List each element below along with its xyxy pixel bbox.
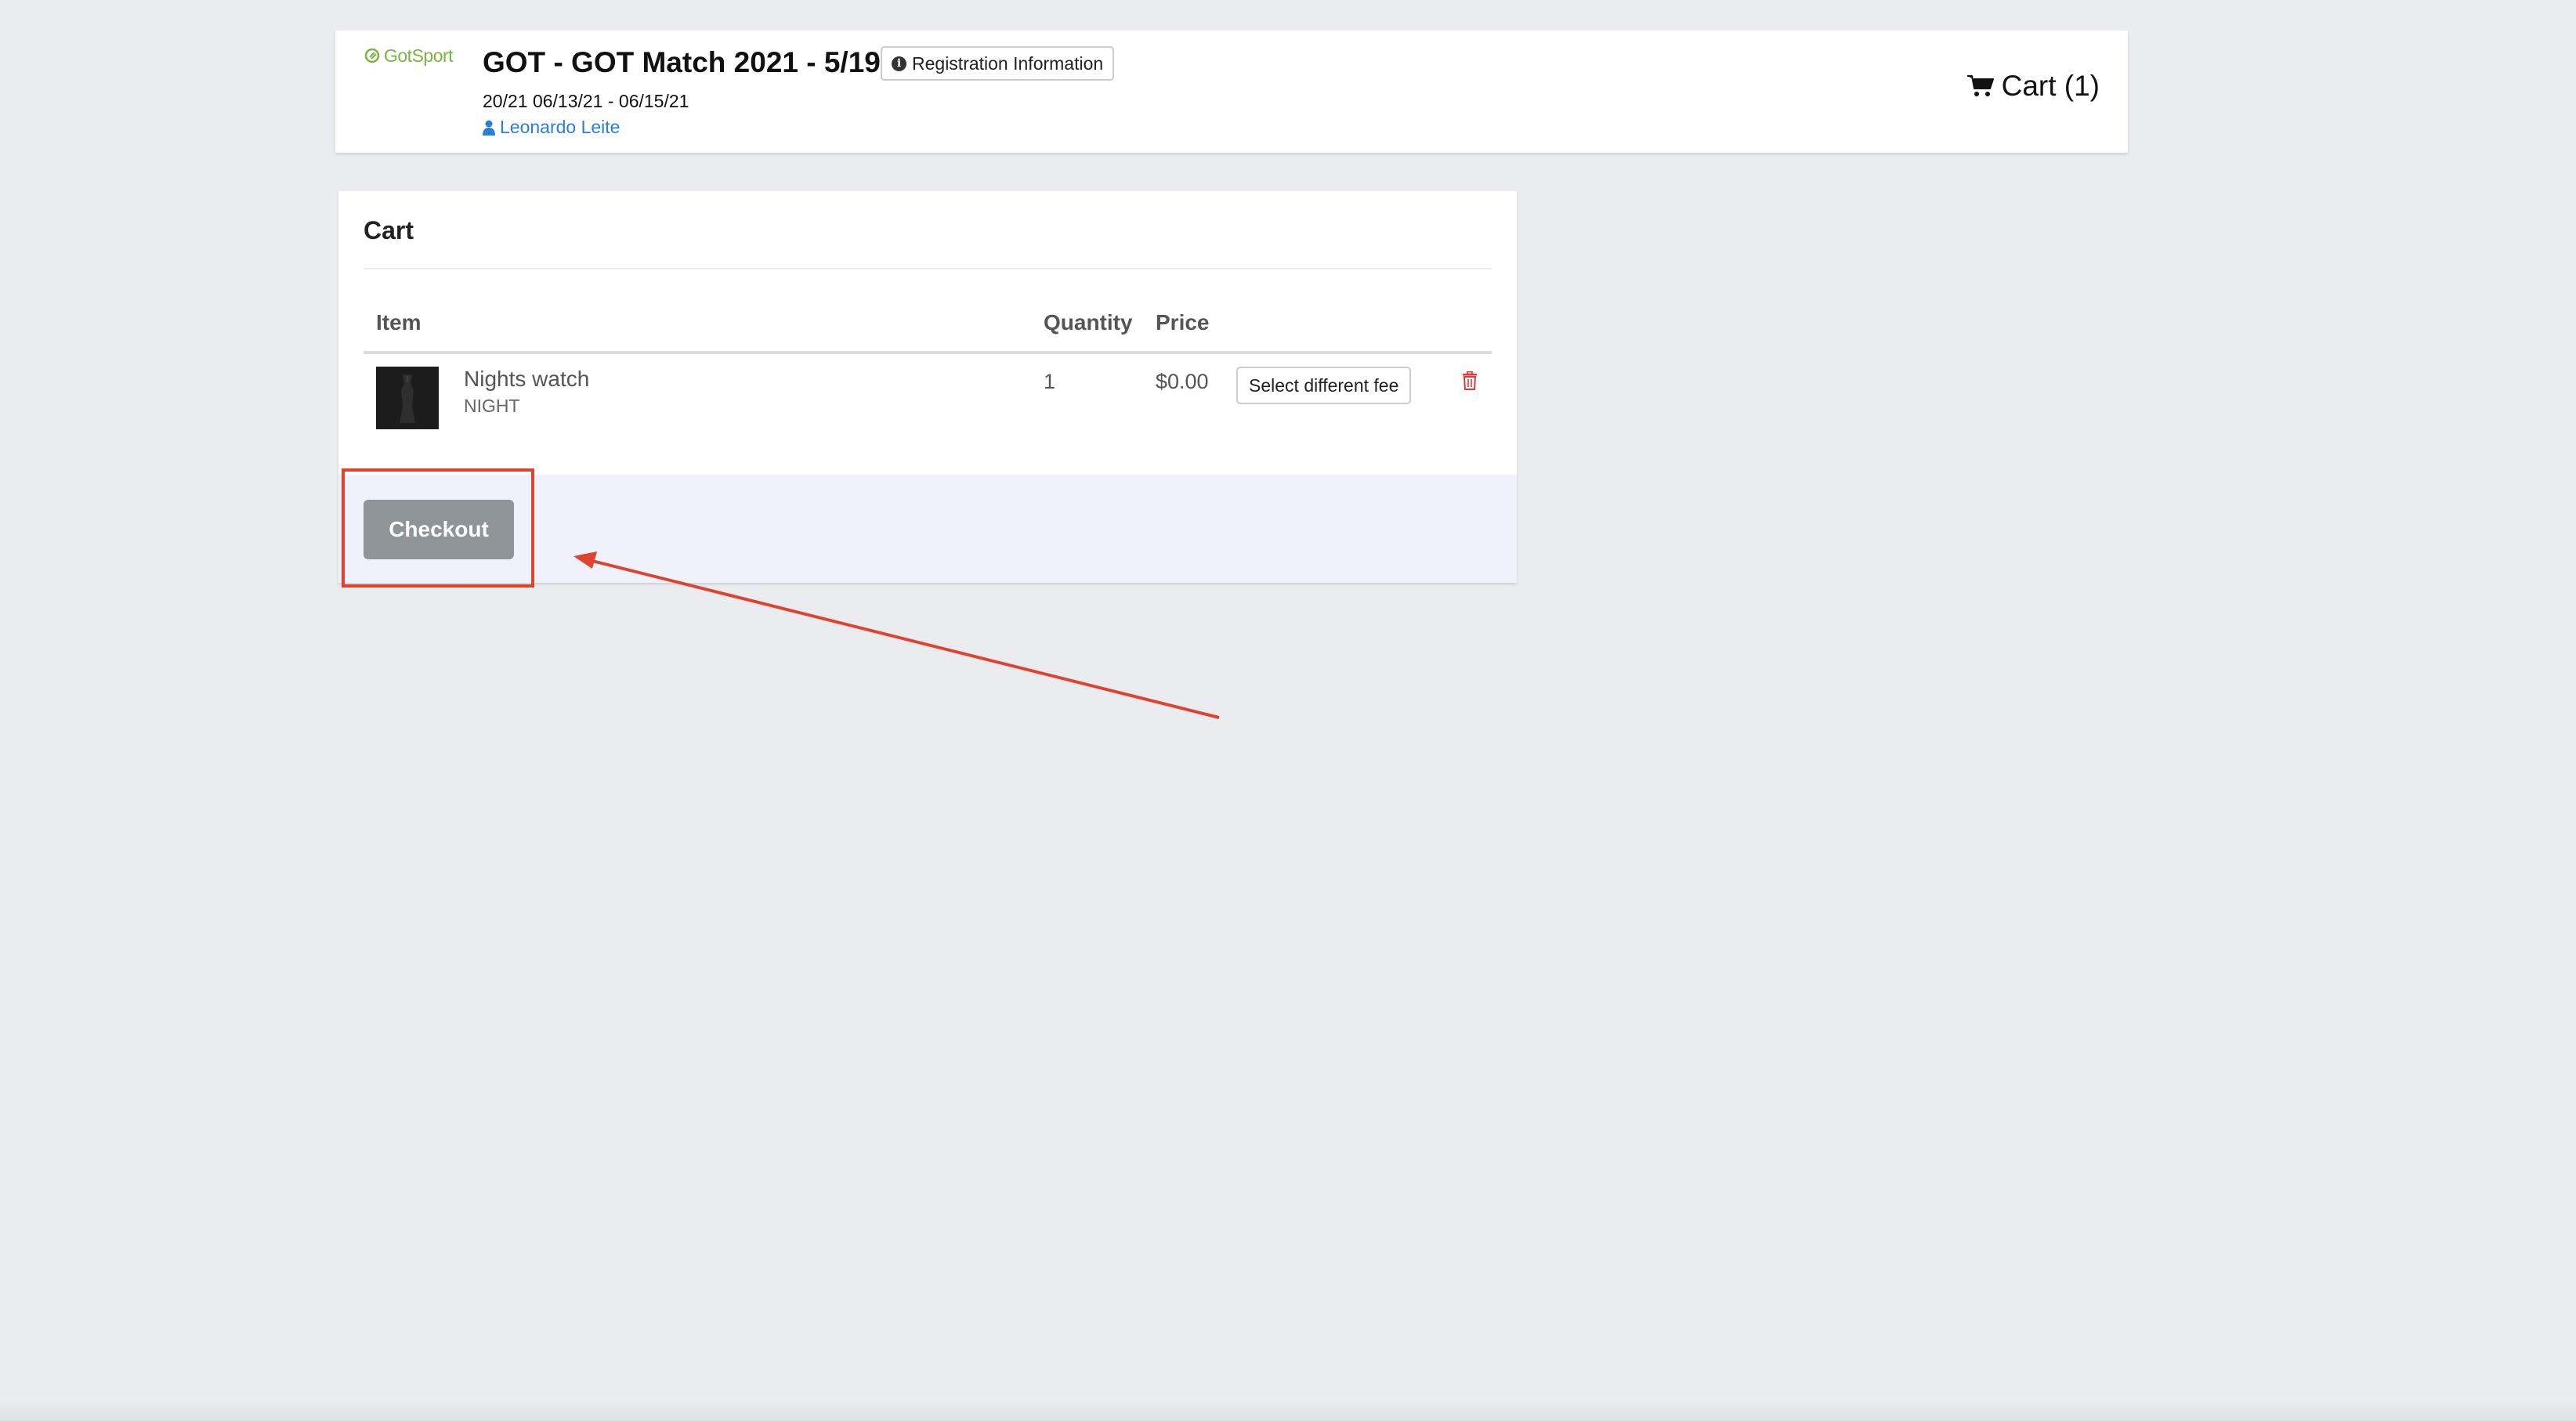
- cart-divider: [364, 268, 1492, 269]
- event-title: GOT - GOT Match 2021 - 5/19: [483, 46, 881, 78]
- user-profile-link[interactable]: Leonardo Leite: [483, 117, 620, 138]
- logo-text: GotSport: [384, 45, 454, 66]
- info-icon: i: [892, 56, 906, 71]
- item-name: Nights watch: [464, 367, 590, 391]
- cart-title: Cart: [364, 216, 414, 244]
- registration-information-label: Registration Information: [912, 52, 1104, 74]
- gotsport-logo-icon: [364, 48, 380, 63]
- shopping-cart-icon: [1966, 75, 1994, 96]
- trash-icon[interactable]: [1462, 371, 1478, 390]
- registration-information-button[interactable]: i Registration Information: [881, 46, 1115, 81]
- select-different-fee-button[interactable]: Select different fee: [1236, 367, 1412, 404]
- event-header: GotSport GOT - GOT Match 2021 - 5/19 i R…: [335, 31, 2128, 153]
- column-header-price: Price: [1156, 310, 1210, 334]
- item-code: NIGHT: [464, 396, 520, 416]
- checkout-button[interactable]: Checkout: [364, 500, 514, 559]
- column-header-quantity: Quantity: [1044, 310, 1133, 334]
- cart-link[interactable]: Cart (1): [1966, 70, 2100, 103]
- cart-panel: Cart Item Quantity Price Nights watch NI…: [338, 191, 1517, 583]
- item-image: [376, 367, 439, 429]
- table-header-divider: [364, 351, 1492, 354]
- bottom-shade: [0, 1401, 2576, 1421]
- item-quantity: 1: [1044, 370, 1056, 393]
- user-name: Leonardo Leite: [500, 117, 620, 137]
- cart-label: Cart (1): [2001, 70, 2100, 102]
- event-dates: 20/21 06/13/21 - 06/15/21: [483, 91, 689, 111]
- gotsport-logo[interactable]: GotSport: [364, 42, 454, 70]
- item-thumbnail: [376, 367, 439, 429]
- item-price: $0.00: [1156, 370, 1209, 393]
- cart-footer: Checkout: [338, 475, 1517, 583]
- column-header-item: Item: [376, 310, 421, 334]
- user-icon: [483, 120, 495, 136]
